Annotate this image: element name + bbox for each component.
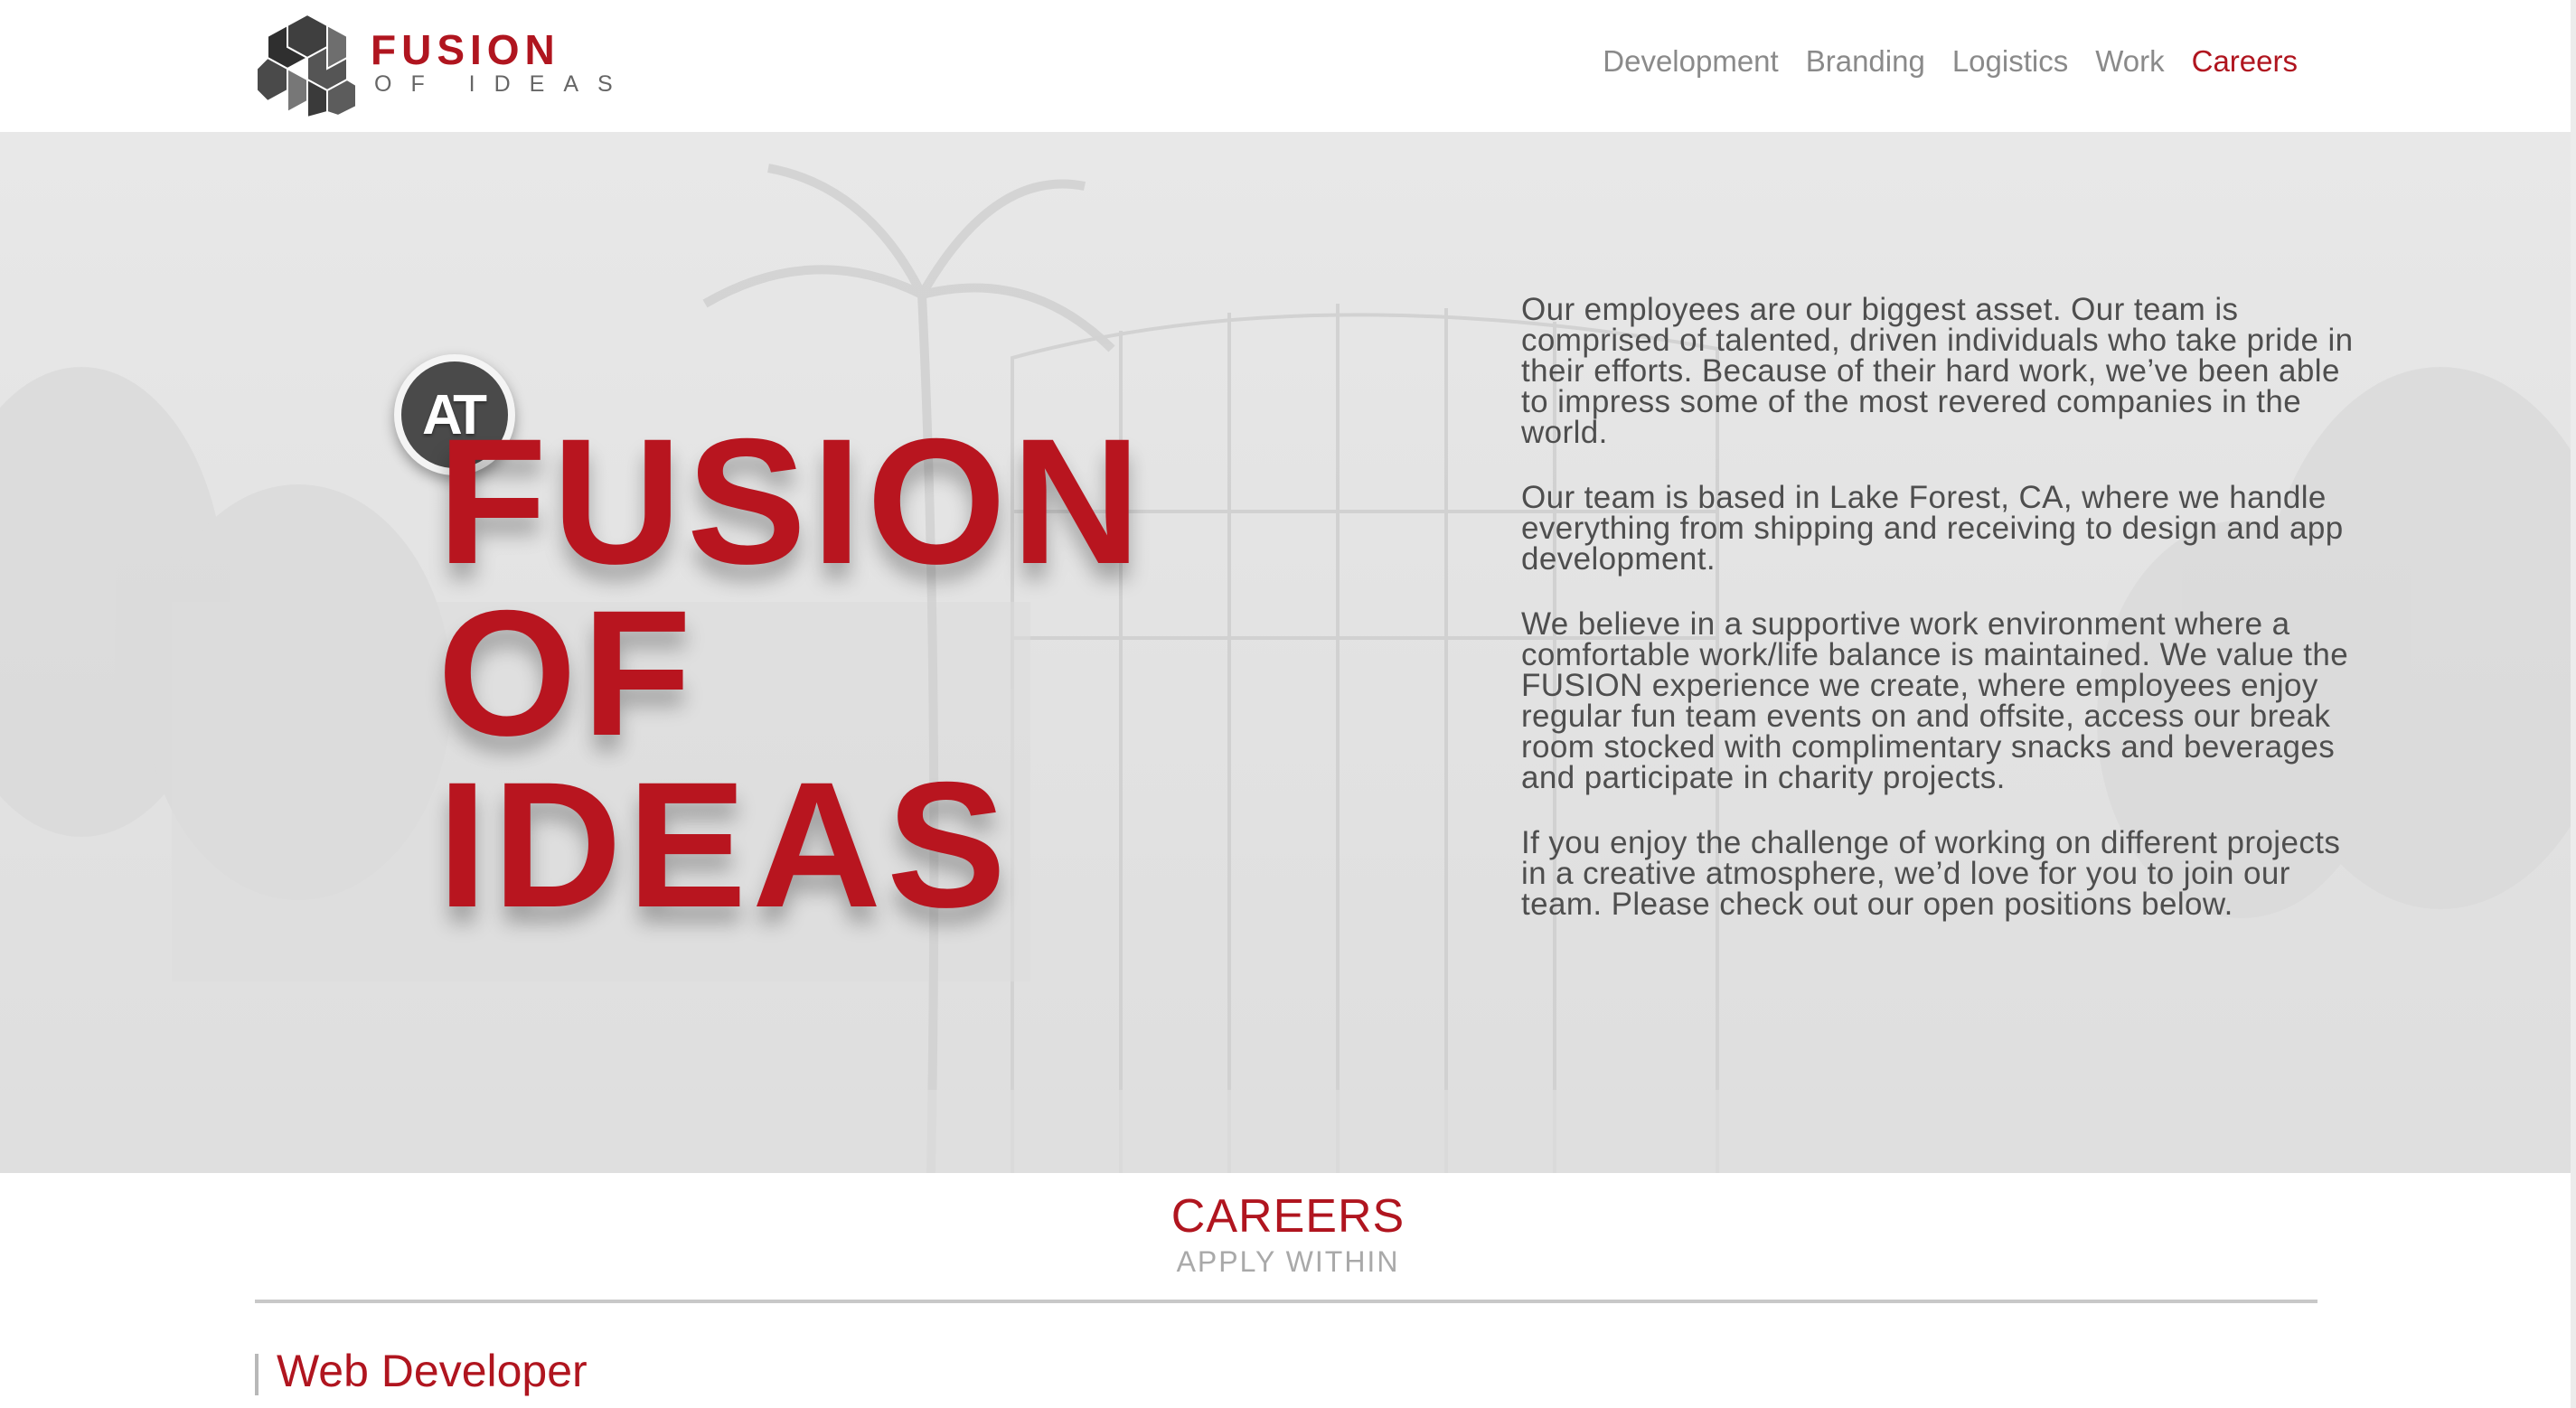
nav-development[interactable]: Development: [1603, 42, 1778, 81]
section-divider: [255, 1300, 2317, 1303]
hero-title: FUSION OF IDEAS: [437, 401, 1147, 944]
site-header: FUSION OF IDEAS Development Branding Log…: [0, 0, 2576, 132]
careers-heading: CAREERS: [1170, 1190, 1406, 1243]
hero-paragraph: If you enjoy the challenge of working on…: [1521, 825, 2341, 922]
job-accent-bar: [255, 1354, 259, 1395]
hero-title-line: FUSION: [437, 401, 1147, 601]
nav-branding[interactable]: Branding: [1806, 42, 1925, 81]
hero-section: AT FUSION OF IDEAS Our employees are our…: [0, 132, 2576, 1173]
scrollbar[interactable]: [2571, 0, 2576, 1408]
hero-paragraph: Our employees are our biggest asset. Our…: [1521, 292, 2354, 450]
hero-paragraph: We believe in a supportive work environm…: [1521, 606, 2349, 795]
hero-paragraph: Our team is based in Lake Forest, CA, wh…: [1521, 480, 2344, 577]
hero-title-line: OF: [437, 573, 697, 773]
main-nav: Development Branding Logistics Work Care…: [1603, 42, 2298, 81]
logo-word-of-ideas: OF IDEAS: [374, 71, 632, 97]
nav-logistics[interactable]: Logistics: [1952, 42, 2068, 81]
hero-title-line: IDEAS: [437, 745, 1012, 944]
hexagon-cubes-icon: [256, 13, 357, 119]
hero-description: Our employees are our biggest asset. Our…: [1521, 292, 2362, 954]
logo-word-fusion: FUSION: [371, 26, 560, 73]
nav-work[interactable]: Work: [2095, 42, 2164, 81]
logo[interactable]: FUSION OF IDEAS: [255, 13, 635, 119]
careers-subheading: APPLY WITHIN: [1176, 1245, 1400, 1278]
nav-careers[interactable]: Careers: [2192, 42, 2298, 81]
job-listing-web-developer[interactable]: Web Developer: [277, 1343, 588, 1399]
